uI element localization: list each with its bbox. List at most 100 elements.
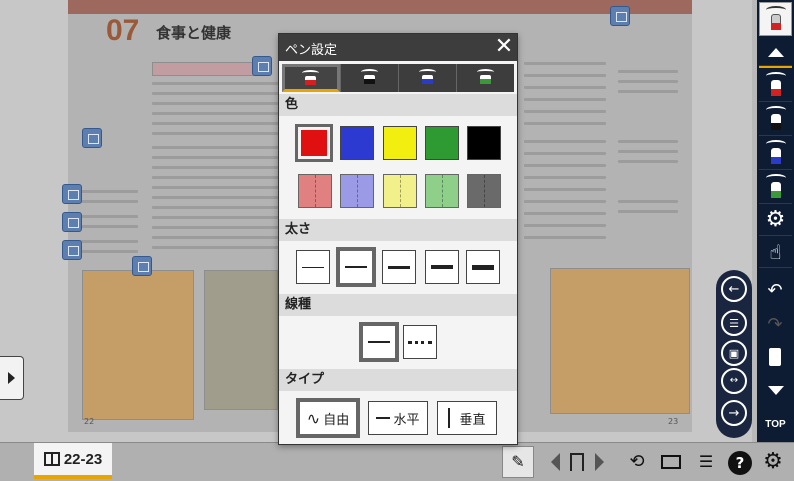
- horizontal-line-icon: [376, 417, 391, 419]
- gear-icon: ⚙: [765, 206, 786, 232]
- pen-icon: [765, 139, 787, 166]
- free-curve-icon: ∿: [306, 408, 321, 428]
- page-indicator-tab[interactable]: 22-23: [34, 443, 112, 479]
- list-icon: ☰: [698, 452, 714, 471]
- fit-page-button[interactable]: ↔: [721, 368, 747, 394]
- pen-slot-2[interactable]: [759, 102, 792, 136]
- content-link-icon[interactable]: [62, 212, 82, 232]
- note-icon: ✎: [511, 452, 525, 471]
- redo-button[interactable]: ↷: [762, 312, 788, 338]
- eraser-button[interactable]: [762, 344, 788, 370]
- color-swatch-gray[interactable]: [467, 174, 501, 208]
- arrow-right-icon: →: [728, 405, 740, 421]
- color-swatch-green[interactable]: [425, 126, 459, 160]
- pen-icon: [765, 105, 787, 132]
- close-button[interactable]: ✕: [493, 36, 515, 58]
- color-swatch-red[interactable]: [295, 124, 333, 162]
- scroll-down-button[interactable]: [759, 376, 792, 404]
- type-option-horizontal[interactable]: 水平: [368, 401, 428, 435]
- right-toolbar: ⚙ ☝ TOP: [757, 0, 794, 442]
- history-icon: ⟲: [629, 451, 645, 472]
- menu-list-button[interactable]: ☰: [694, 449, 718, 475]
- pen-icon: [765, 173, 787, 200]
- type-option-vertical[interactable]: 垂直: [437, 401, 497, 435]
- bottom-bar: 22-23 ✎ ⟲ ☰ ? ⚙: [0, 442, 794, 481]
- arrow-left-icon: ←: [728, 281, 740, 297]
- dialog-title: ペン設定: [285, 43, 338, 58]
- next-page-button[interactable]: →: [721, 400, 747, 426]
- thickness-option-5[interactable]: [466, 250, 500, 284]
- help-button[interactable]: ?: [728, 451, 752, 475]
- prev-bookmark-button[interactable]: [548, 449, 562, 475]
- pen-settings-dialog: ペン設定 ✕ 色 太さ 線種 タイプ ∿ 自由 水平 垂直: [278, 33, 518, 445]
- color-swatch-black[interactable]: [467, 126, 501, 160]
- hand-icon: ☝: [769, 239, 782, 264]
- drawer-toggle-button[interactable]: [0, 356, 24, 400]
- settings-button[interactable]: ⚙: [759, 204, 792, 236]
- content-link-icon[interactable]: [62, 240, 82, 260]
- redo-icon: ↷: [767, 314, 783, 335]
- line-type-section-label: 線種: [279, 294, 517, 316]
- pen-tab-4[interactable]: [456, 64, 514, 92]
- hand-tool-button[interactable]: ☝: [759, 236, 792, 268]
- line-type-solid[interactable]: [359, 322, 399, 362]
- triangle-left-icon: [550, 453, 560, 471]
- left-page-number: 22: [84, 417, 95, 426]
- pen-tool-button[interactable]: [759, 2, 792, 36]
- table-of-contents-button[interactable]: ☰: [721, 310, 747, 336]
- type-option-free[interactable]: ∿ 自由: [296, 398, 360, 438]
- content-link-icon[interactable]: [252, 56, 272, 76]
- type-option-label: 水平: [393, 412, 420, 428]
- bookmark-toggle-button[interactable]: [566, 449, 588, 475]
- pen-tab-1[interactable]: [282, 64, 340, 92]
- thickness-option-4[interactable]: [425, 250, 459, 284]
- color-swatch-yellow[interactable]: [383, 126, 417, 160]
- history-button[interactable]: ⟲: [624, 449, 650, 475]
- content-link-icon[interactable]: [62, 184, 82, 204]
- scroll-up-button[interactable]: [759, 40, 792, 66]
- book-icon: [43, 452, 60, 466]
- dialog-title-bar: ペン設定 ✕: [279, 34, 517, 61]
- settings-button[interactable]: ⚙: [760, 449, 786, 475]
- chapter-title: 食事と健康: [156, 24, 232, 42]
- pen-slot-1[interactable]: [759, 66, 792, 102]
- triangle-right-icon: [594, 453, 604, 471]
- page-nav-panel: ← ☰ ▣ ↔ →: [716, 270, 752, 438]
- pen-slot-4[interactable]: [759, 170, 792, 204]
- arrow-up-icon: [767, 48, 784, 57]
- thickness-option-2[interactable]: [336, 247, 376, 287]
- bookmark-icon: [570, 453, 584, 471]
- undo-icon: ↶: [767, 280, 783, 301]
- color-swatch-light-red[interactable]: [298, 174, 332, 208]
- eraser-icon: [769, 348, 781, 366]
- content-link-icon[interactable]: [610, 6, 630, 26]
- page-label: 22-23: [63, 450, 103, 468]
- pen-tab-2[interactable]: [340, 64, 398, 92]
- top-button[interactable]: TOP: [760, 412, 791, 436]
- list-icon: ☰: [729, 316, 739, 330]
- color-swatch-light-blue[interactable]: [340, 174, 374, 208]
- bookmark-button[interactable]: ▣: [721, 340, 747, 366]
- pen-tabs: [282, 64, 514, 92]
- thickness-option-3[interactable]: [382, 250, 416, 284]
- next-bookmark-button[interactable]: [592, 449, 606, 475]
- undo-button[interactable]: ↶: [762, 278, 788, 304]
- pen-tip: [770, 23, 781, 30]
- line-type-dotted[interactable]: [403, 325, 437, 359]
- pen-tip: [422, 79, 433, 84]
- color-swatch-light-green[interactable]: [425, 174, 459, 208]
- vertical-line-icon: [448, 408, 451, 428]
- content-link-icon[interactable]: [82, 128, 102, 148]
- pen-tab-3[interactable]: [398, 64, 456, 92]
- note-button[interactable]: ✎: [502, 446, 534, 478]
- thickness-option-1[interactable]: [296, 250, 330, 284]
- video-link-icon[interactable]: [132, 256, 152, 276]
- color-swatch-blue[interactable]: [340, 126, 374, 160]
- prev-page-button[interactable]: ←: [721, 276, 747, 302]
- pen-tip: [364, 79, 375, 84]
- color-swatch-light-yellow[interactable]: [383, 174, 417, 208]
- pen-slot-3[interactable]: [759, 136, 792, 170]
- display-button[interactable]: [658, 449, 684, 475]
- color-section-label: 色: [279, 94, 517, 116]
- monitor-icon: [661, 455, 681, 469]
